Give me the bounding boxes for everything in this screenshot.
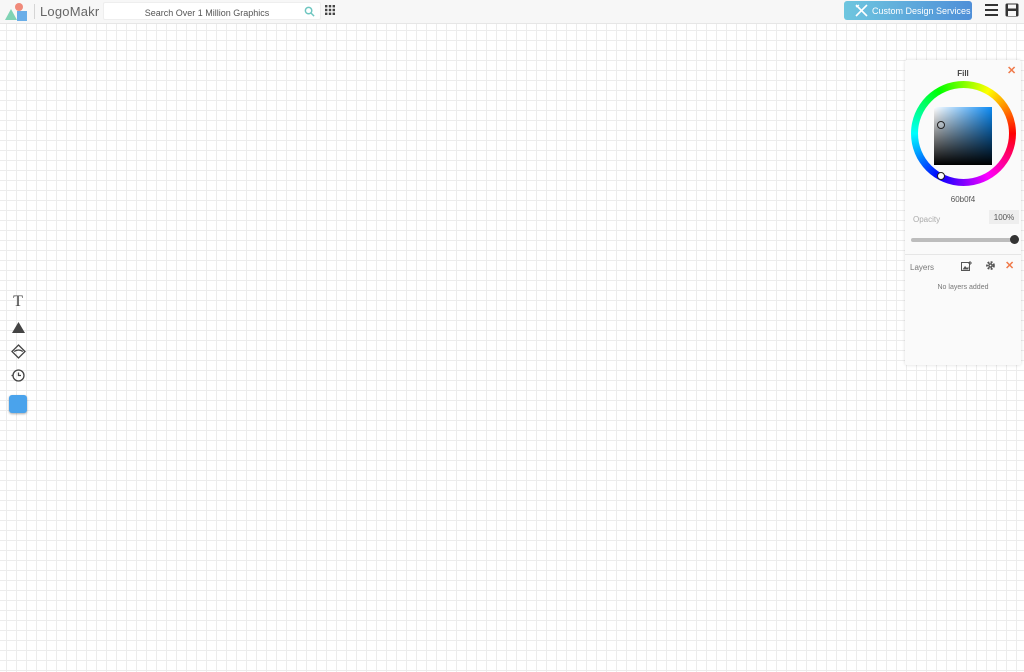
shape-icon [11, 321, 25, 333]
saturation-value-picker[interactable] [934, 107, 992, 165]
save-icon[interactable] [1005, 3, 1019, 17]
brand-divider [34, 4, 35, 19]
history-icon [11, 368, 25, 382]
fill-title: Fill [957, 69, 969, 78]
grid-icon[interactable] [325, 5, 335, 15]
custom-design-icon [855, 4, 868, 17]
tools-sidebar: T [4, 289, 32, 419]
search-box [103, 2, 321, 21]
menu-icon[interactable] [985, 4, 998, 16]
custom-design-services-button[interactable]: Custom Design Services [844, 1, 972, 20]
shape-tool[interactable] [8, 317, 28, 337]
brand-name[interactable]: LogoMakr [40, 4, 99, 19]
icon-tool[interactable] [8, 341, 28, 361]
search-icon[interactable] [304, 6, 315, 17]
panel-divider [905, 254, 1021, 255]
icon-tool-icon [10, 343, 26, 359]
saturation-handle[interactable] [937, 121, 945, 129]
search-input[interactable] [104, 5, 304, 21]
close-icon[interactable]: ✕ [1007, 64, 1016, 77]
properties-panel: Fill ✕ 60b0f4 Opacity 100% Layers ✕ No l… [905, 60, 1021, 365]
color-swatch[interactable] [9, 395, 27, 413]
text-icon[interactable]: T [8, 292, 28, 312]
opacity-value[interactable]: 100% [989, 210, 1019, 224]
opacity-slider[interactable] [911, 238, 1015, 242]
logo-icon[interactable] [4, 2, 30, 22]
no-layers-message: No layers added [937, 284, 989, 291]
opacity-slider-thumb[interactable] [1010, 235, 1019, 244]
hue-handle[interactable] [937, 172, 945, 180]
opacity-label: Opacity [913, 215, 941, 224]
design-canvas[interactable] [0, 24, 1024, 672]
history-tool[interactable] [8, 365, 28, 385]
top-bar: LogoMakr Custom Design Services [0, 0, 1024, 24]
add-layer-icon[interactable] [961, 261, 972, 271]
custom-design-label: Custom Design Services [872, 5, 971, 16]
layers-title: Layers [910, 263, 935, 272]
hex-value[interactable]: 60b0f4 [905, 195, 1021, 204]
close-layers-icon[interactable]: ✕ [1005, 259, 1014, 272]
gear-icon[interactable] [985, 260, 996, 271]
